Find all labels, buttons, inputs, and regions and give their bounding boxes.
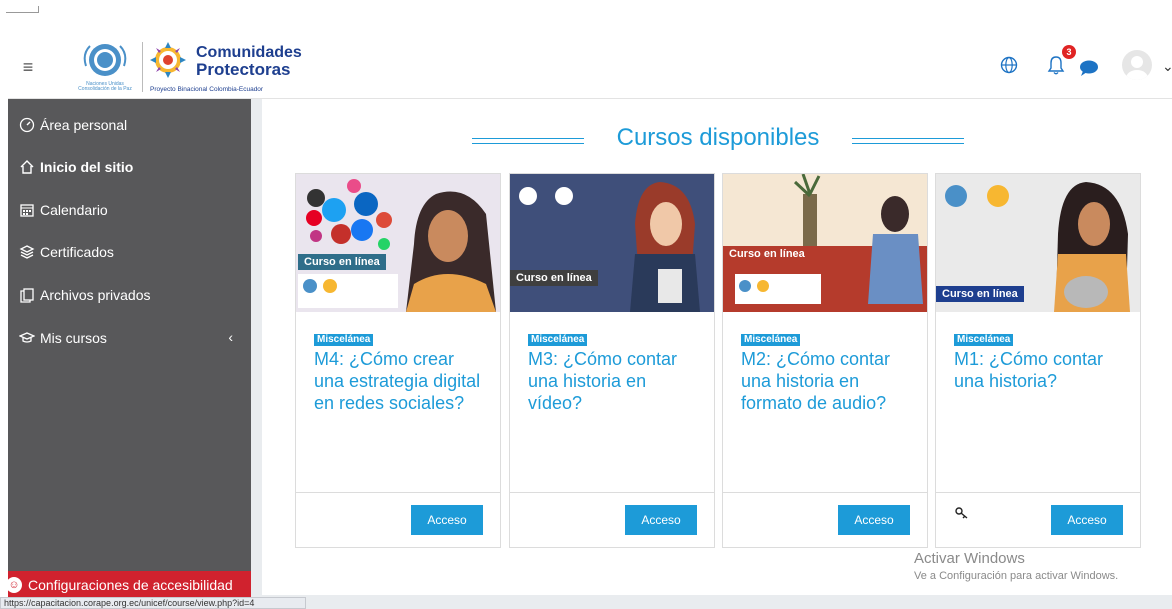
section-title-text: Cursos disponibles [616, 124, 820, 151]
course-illustration-icon [723, 174, 927, 312]
card-footer: Acceso [510, 492, 714, 547]
section-title: Cursos disponibles [472, 124, 964, 152]
card-footer: Acceso [936, 492, 1140, 547]
course-image[interactable]: Curso en línea [723, 174, 927, 312]
sidebar-item-label: Certificados [40, 244, 114, 260]
drawer-toggle[interactable]: ≡ [8, 36, 68, 98]
course-title-link[interactable]: M3: ¿Cómo contar una historia en vídeo? [528, 348, 703, 414]
sidebar-item-label: Archivos privados [40, 287, 151, 303]
category-badge[interactable]: Miscelánea [314, 334, 374, 346]
sidebar-item-certificados[interactable]: Certificados [8, 234, 251, 270]
title-rule-right [852, 138, 964, 144]
course-card[interactable]: Curso en línea Miscelánea M3: ¿Cómo cont… [509, 173, 715, 548]
hamburger-menu-icon[interactable]: ≡ [16, 56, 40, 78]
browser-top-strip [0, 0, 1172, 35]
course-card[interactable]: Curso en línea Miscelánea M1: ¿Cómo cont… [935, 173, 1141, 548]
logo-divider [142, 42, 143, 92]
nav-drawer: Área personal Inicio del sitio Calendari… [8, 99, 251, 599]
access-button[interactable]: Acceso [625, 505, 697, 535]
accessibility-settings-button[interactable]: ☺ Configuraciones de accesibilidad [6, 571, 251, 599]
key-icon[interactable] [954, 505, 970, 521]
course-image[interactable]: Curso en línea [936, 174, 1140, 312]
chevron-down-icon[interactable]: ⌄ [1162, 58, 1172, 75]
online-course-tag: Curso en línea [723, 246, 811, 262]
online-course-tag: Curso en línea [510, 270, 598, 286]
chevron-left-icon[interactable]: ‹ [228, 329, 233, 345]
online-course-tag: Curso en línea [936, 286, 1024, 302]
site-logo[interactable]: Naciones Unidas Consolidación de la Paz C… [72, 38, 304, 96]
messages-chat-icon[interactable] [1078, 59, 1100, 77]
course-image[interactable]: Curso en línea [296, 174, 500, 312]
comunidades-logo-icon [150, 42, 186, 78]
online-course-tag: Curso en línea [298, 254, 386, 270]
course-card[interactable]: Curso en línea Miscelánea M2: ¿Cómo cont… [722, 173, 928, 548]
user-avatar[interactable] [1122, 50, 1152, 80]
sidebar-item-label: Mis cursos [40, 330, 107, 346]
accessibility-label: Configuraciones de accesibilidad [28, 577, 233, 593]
sidebar-item-area-personal[interactable]: Área personal [8, 107, 251, 143]
access-button[interactable]: Acceso [411, 505, 483, 535]
user-silhouette-icon [1126, 56, 1148, 80]
link-status-url: https://capacitacion.corape.org.ec/unice… [0, 597, 306, 609]
access-button[interactable]: Acceso [1051, 505, 1123, 535]
course-image[interactable]: Curso en línea [510, 174, 714, 312]
files-icon [18, 286, 36, 304]
card-footer: Acceso [723, 492, 927, 547]
top-navbar: ≡ Naciones Unidas Consolidación de la Paz… [8, 36, 1172, 99]
title-rule-left [472, 138, 584, 144]
category-badge[interactable]: Miscelánea [741, 334, 801, 346]
windows-activation-hint: Ve a Configuración para activar Windows. [914, 570, 1119, 582]
notification-bell-icon[interactable] [1046, 54, 1066, 76]
course-title-link[interactable]: M1: ¿Cómo contar una historia? [954, 348, 1129, 392]
course-title-link[interactable]: M2: ¿Cómo contar una historia en formato… [741, 348, 916, 414]
category-badge[interactable]: Miscelánea [954, 334, 1014, 346]
gauge-icon [18, 116, 36, 134]
category-badge[interactable]: Miscelánea [528, 334, 588, 346]
course-illustration-icon [296, 174, 500, 312]
windows-activation-watermark: Activar Windows [914, 550, 1025, 567]
sidebar-item-calendario[interactable]: Calendario [8, 192, 251, 228]
course-title-link[interactable]: M4: ¿Cómo crear una estrategia digital e… [314, 348, 489, 414]
course-card[interactable]: Curso en línea Miscelánea M4: ¿Cómo crea… [295, 173, 501, 548]
un-org-sub: Consolidación de la Paz [78, 86, 132, 92]
layers-icon [18, 243, 36, 261]
brand-line2: Protectoras [196, 60, 291, 79]
un-org-text: Naciones Unidas Consolidación de la Paz [74, 82, 136, 92]
sidebar-item-label: Área personal [40, 117, 128, 133]
sidebar-item-mis-cursos[interactable]: Mis cursos ‹ [8, 320, 251, 356]
home-icon [18, 158, 36, 176]
sidebar-item-label: Calendario [40, 202, 108, 218]
graduation-cap-icon [18, 329, 36, 347]
sidebar-item-inicio[interactable]: Inicio del sitio [8, 149, 251, 185]
notification-count-badge: 3 [1062, 45, 1076, 59]
language-globe-icon[interactable] [1000, 56, 1018, 74]
sidebar-item-label: Inicio del sitio [40, 159, 134, 175]
navbar-actions: 3 ⌄ [972, 36, 1172, 98]
brand-subtitle: Proyecto Binacional Colombia-Ecuador [150, 86, 264, 93]
sidebar-item-archivos[interactable]: Archivos privados [8, 277, 251, 313]
access-button[interactable]: Acceso [838, 505, 910, 535]
course-illustration-icon [510, 174, 714, 312]
calendar-icon [18, 201, 36, 219]
accessibility-icon: ☺ [6, 577, 22, 593]
card-footer: Acceso [296, 492, 500, 547]
window-mini-control [6, 6, 39, 13]
